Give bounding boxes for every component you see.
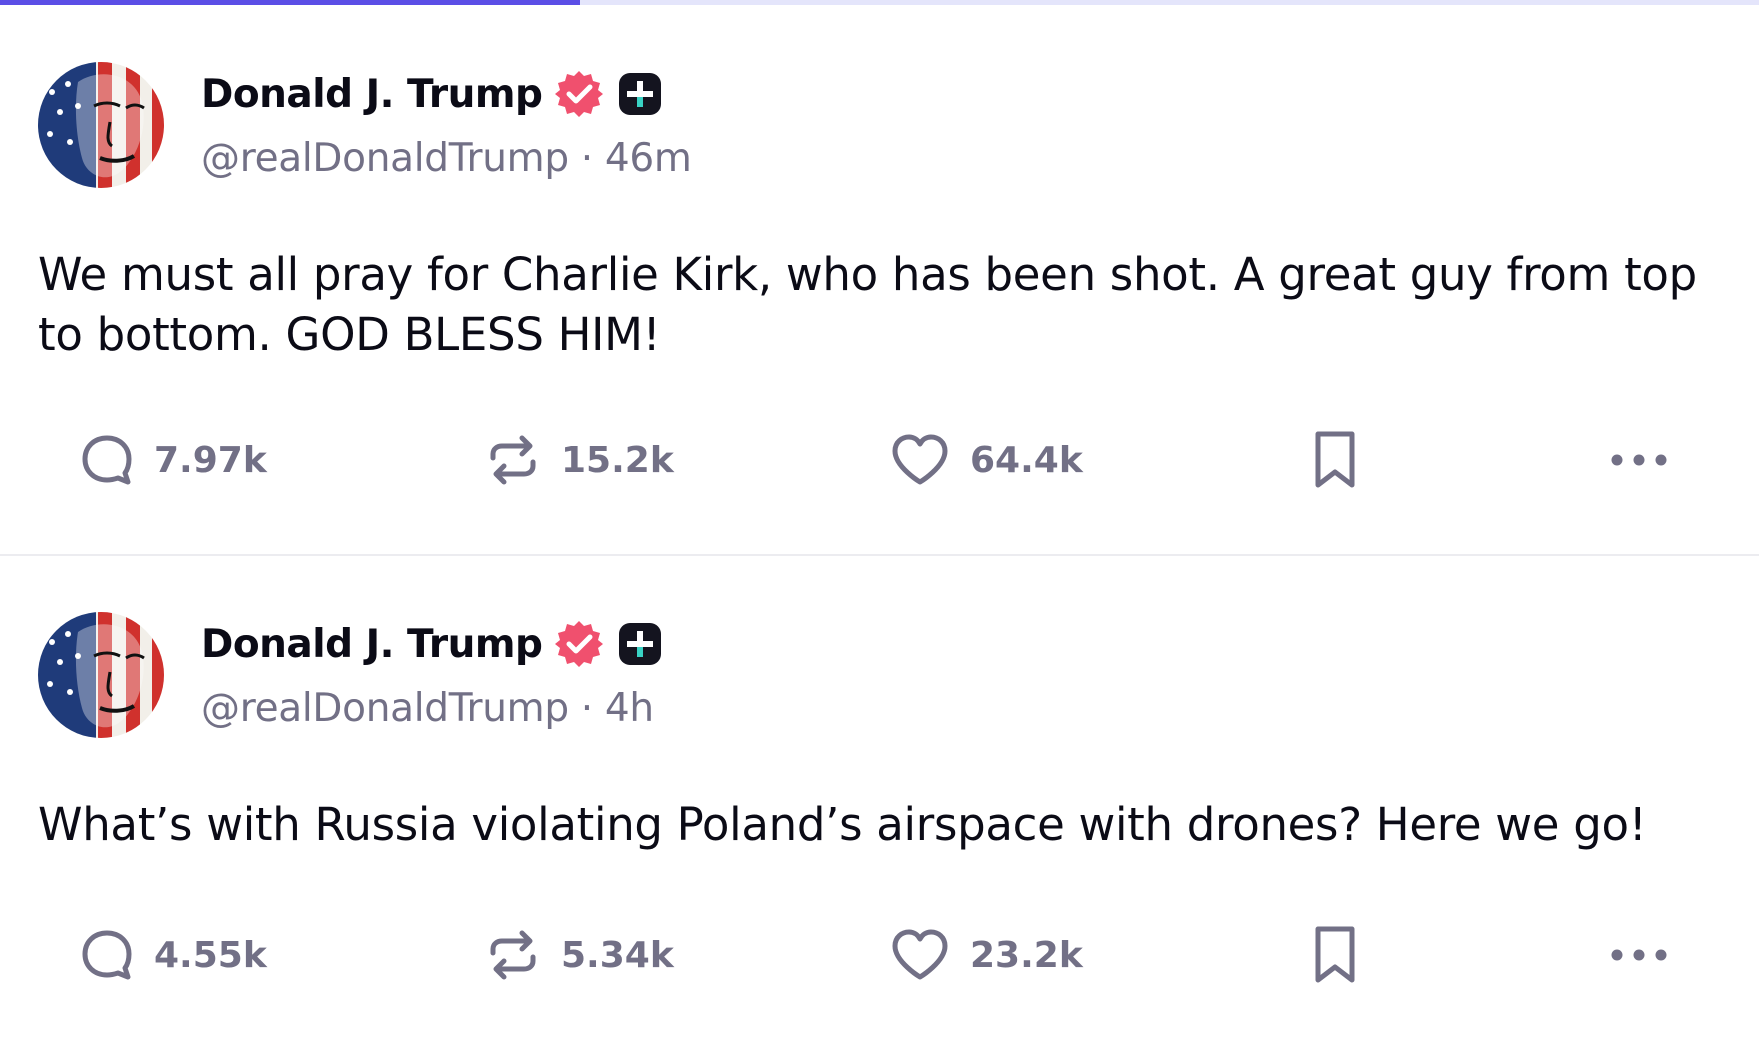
more-options-button[interactable] xyxy=(1610,425,1668,495)
author-row[interactable]: Donald J. Trump xyxy=(201,614,662,674)
reply-count: 7.97k xyxy=(154,439,267,481)
avatar[interactable] xyxy=(38,612,164,738)
bookmark-icon xyxy=(1315,431,1355,488)
like-count: 23.2k xyxy=(970,934,1083,976)
author-handle[interactable]: @realDonaldTrump xyxy=(201,686,569,731)
post-card[interactable]: Donald J. Trump @realDonaldTrump · 46m We … xyxy=(0,40,1759,556)
more-dots-icon xyxy=(1611,949,1667,961)
like-count: 64.4k xyxy=(970,439,1083,481)
author-name[interactable]: Donald J. Trump xyxy=(201,622,543,667)
restore-count: 5.34k xyxy=(561,934,674,976)
post-actions: 7.97k 15.2k 64.4k xyxy=(0,425,1759,495)
restore-count: 15.2k xyxy=(561,439,674,481)
restore-button[interactable]: 15.2k xyxy=(485,425,674,495)
like-button[interactable]: 23.2k xyxy=(890,920,1083,990)
comment-icon xyxy=(82,930,132,980)
author-row[interactable]: Donald J. Trump xyxy=(201,64,662,124)
more-dots-icon xyxy=(1611,454,1667,466)
post-text: We must all pray for Charlie Kirk, who h… xyxy=(38,248,1697,361)
like-button[interactable]: 64.4k xyxy=(890,425,1083,495)
verified-badge-icon xyxy=(554,69,604,119)
avatar[interactable] xyxy=(38,62,164,188)
reply-count: 4.55k xyxy=(154,934,267,976)
post-card[interactable]: Donald J. Trump @realDonaldTrump · 4h What… xyxy=(0,590,1759,1049)
author-meta: @realDonaldTrump · 4h xyxy=(201,686,654,731)
post-actions: 4.55k 5.34k 23.2k xyxy=(0,920,1759,990)
author-handle[interactable]: @realDonaldTrump xyxy=(201,136,569,181)
reply-button[interactable]: 7.97k xyxy=(80,425,267,495)
post-time[interactable]: 4h xyxy=(605,686,654,731)
flag-portrait-avatar-icon xyxy=(38,62,164,188)
post-text: What’s with Russia violating Poland’s ai… xyxy=(38,798,1647,851)
heart-icon xyxy=(892,434,948,485)
reply-button[interactable]: 4.55k xyxy=(80,920,267,990)
bookmark-icon xyxy=(1315,926,1355,983)
bookmark-button[interactable] xyxy=(1312,425,1358,495)
scroll-progress-bar xyxy=(0,0,1759,5)
heart-icon xyxy=(892,929,948,980)
verified-badge-icon xyxy=(554,619,604,669)
meta-separator: · xyxy=(580,136,593,181)
plus-badge-icon xyxy=(618,622,662,666)
bookmark-button[interactable] xyxy=(1312,920,1358,990)
post-time[interactable]: 46m xyxy=(605,136,692,181)
flag-portrait-avatar-icon xyxy=(38,612,164,738)
plus-badge-icon xyxy=(618,72,662,116)
more-options-button[interactable] xyxy=(1610,920,1668,990)
scroll-progress-fill xyxy=(0,0,581,5)
restore-button[interactable]: 5.34k xyxy=(485,920,674,990)
meta-separator: · xyxy=(580,686,593,731)
author-name[interactable]: Donald J. Trump xyxy=(201,72,543,117)
repost-icon xyxy=(490,435,536,485)
repost-icon xyxy=(490,930,536,980)
author-meta: @realDonaldTrump · 46m xyxy=(201,136,692,181)
comment-icon xyxy=(82,435,132,485)
